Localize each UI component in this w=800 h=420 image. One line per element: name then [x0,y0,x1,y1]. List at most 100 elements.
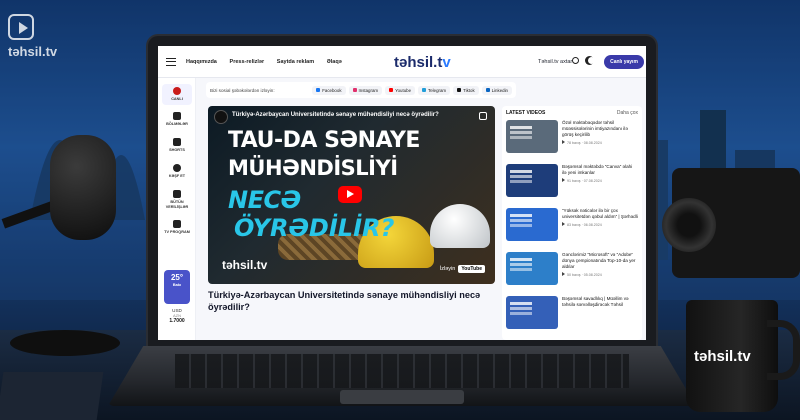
item-meta: 50 baxış · 05.08.2024 [562,272,638,277]
coffee-mug: təhsil.tv [686,300,800,412]
social-label: Bizi sosial şəbəkələrdən izləyin: [210,87,275,93]
nav-press[interactable]: Press-relizlər [230,59,265,65]
sidebar-item-all-shows[interactable]: BÜTÜN VERİLİŞLƏR [162,190,192,210]
item-meta: 78 baxış · 08.08.2024 [562,140,638,145]
date: 06.08.2024 [583,223,602,227]
notebook [0,372,104,420]
nav-about[interactable]: Haqqımızda [186,59,217,65]
mic-base [10,330,120,356]
camera-lens [662,198,716,252]
item-title[interactable]: Bəşəmsəl məktəbdə “Canva” əlahi ilə yeni… [562,164,638,176]
sidebar-label: KƏŞF ET [168,174,186,178]
sidebar-item-explore[interactable]: KƏŞF ET [162,164,192,179]
list-item[interactable]: Bəşəmsəl məktəbdə “Canva” əlahi ilə yeni… [506,164,638,204]
article-title[interactable]: Türkiyə-Azərbaycan Universitetində sənay… [208,289,498,313]
live-button[interactable]: Canlı yayım [604,55,644,69]
sidebar-label: SHORTS [169,148,185,152]
linkedin-link[interactable]: Linkedin [481,85,512,95]
tiktok-icon [457,88,462,93]
laptop-screen: Haqqımızda Press-relizlər Saytda reklam … [158,46,646,340]
video-thumbnail[interactable] [506,296,558,329]
video-title[interactable]: Türkiyə-Azərbaycan Universitetində sənay… [232,112,439,118]
video-logo: təhsil.tv [222,258,268,272]
instagram-icon [352,88,357,93]
social-bar: Bizi sosial şəbəkələrdən izləyin: Facebo… [206,82,516,98]
video-player[interactable]: Türkiyə-Azərbaycan Universitetində sənay… [208,106,495,284]
search-icon[interactable] [572,57,579,64]
play-icon [562,140,565,144]
currency-value: 1.7000 [169,318,185,324]
facebook-link[interactable]: Facebook [312,85,346,95]
play-icon [562,222,565,226]
instagram-link[interactable]: Instagram [348,85,383,95]
latest-header: LATEST VIDEOS Daha çox [506,110,638,116]
social-name: Tiktok [463,87,475,93]
watch-on-youtube[interactable]: İzləyin YouTube [440,265,485,273]
currency-widget: USD AZN 1.7000 [162,308,192,324]
youtube-badge: YouTube [458,265,485,273]
views: 78 baxış [567,141,581,145]
list-icon [173,190,181,198]
item-title[interactable]: Bəşəmsəl savadlılıq | Müəllim və təhsilə… [562,296,638,308]
hamburger-menu-icon[interactable] [166,57,176,66]
site-logo[interactable]: təhsil.tv [394,54,451,71]
list-item[interactable]: Özəl məktəbəqədər təhsil müəssisələrinin… [506,120,638,160]
list-item[interactable]: “Yüksək nəticələr ilə bir çox universite… [506,208,638,248]
item-title[interactable]: “Yüksək nəticələr ilə bir çox universite… [562,208,638,220]
facebook-icon [316,88,321,93]
calendar-icon [173,220,181,228]
sidebar-item-tv-program[interactable]: TV PROQRAM [162,220,192,235]
watermark-text: təhsil.tv [8,44,58,59]
youtube-link[interactable]: Youtube [385,85,416,95]
latest-heading: LATEST VIDEOS [506,110,546,116]
date: 05.08.2024 [583,273,602,277]
youtube-play-icon[interactable] [338,186,362,203]
search-label[interactable]: Təhsil.tv axtar [538,59,572,65]
linkedin-icon [485,88,490,93]
sidebar-item-shorts[interactable]: SHORTS [162,138,192,153]
more-link[interactable]: Daha çox [617,110,638,116]
thumb-line-3: NECƏ [228,186,301,214]
youtube-icon [389,88,394,93]
sidebar-item-sections[interactable]: BÖLMƏLƏR [162,112,192,127]
channel-avatar[interactable] [214,110,228,124]
dark-mode-icon[interactable] [588,57,595,64]
weather-widget: 25° Bakı [164,270,190,304]
compass-icon [173,164,181,172]
item-title[interactable]: Gənclərimiz “Microsoft” və “Adobe” dünya… [562,252,638,270]
date: 08.08.2024 [583,141,602,145]
grid-icon [173,112,181,120]
views: 83 baxış [567,223,581,227]
video-thumbnail[interactable] [506,208,558,241]
item-meta: 83 baxış · 06.08.2024 [562,222,638,227]
views: 50 baxış [567,273,581,277]
social-name: Telegram [428,87,447,93]
list-item[interactable]: Bəşəmsəl savadlılıq | Müəllim və təhsilə… [506,296,638,336]
nav-contact[interactable]: Əlaqə [327,59,342,65]
nav-ads[interactable]: Saytda reklam [277,59,314,65]
video-thumbnail[interactable] [506,120,558,153]
background-scene: təhsil.tv təhsil.tv Haqqımızda Press-rel… [0,0,800,420]
views: 91 baxış [567,179,581,183]
play-logo-icon [8,14,34,40]
sidebar-label: TV PROQRAM [164,230,190,234]
site-header: Haqqımızda Press-relizlər Saytda reklam … [158,46,646,78]
social-name: Youtube [395,87,412,93]
list-item[interactable]: Gənclərimiz “Microsoft” və “Adobe” dünya… [506,252,638,292]
live-icon [173,87,181,95]
social-name: Instagram [358,87,379,93]
thumb-line-2: MÜHƏNDİSLİYİ [228,156,398,180]
item-meta: 91 baxış · 07.08.2024 [562,178,638,183]
telegram-link[interactable]: Telegram [418,85,451,95]
share-icon[interactable] [479,112,487,120]
sidebar-item-live[interactable]: CANLI [162,84,192,105]
video-thumbnail[interactable] [506,164,558,197]
video-thumbnail[interactable] [506,252,558,285]
logo-main: təhsil.t [394,54,443,71]
item-title[interactable]: Özəl məktəbəqədər təhsil müəssisələrinin… [562,120,638,138]
social-name: Linkedin [491,87,508,93]
tiktok-link[interactable]: Tiktok [453,85,479,95]
play-icon [562,272,565,276]
trackpad [340,390,464,404]
logo-accent: v [442,54,451,71]
